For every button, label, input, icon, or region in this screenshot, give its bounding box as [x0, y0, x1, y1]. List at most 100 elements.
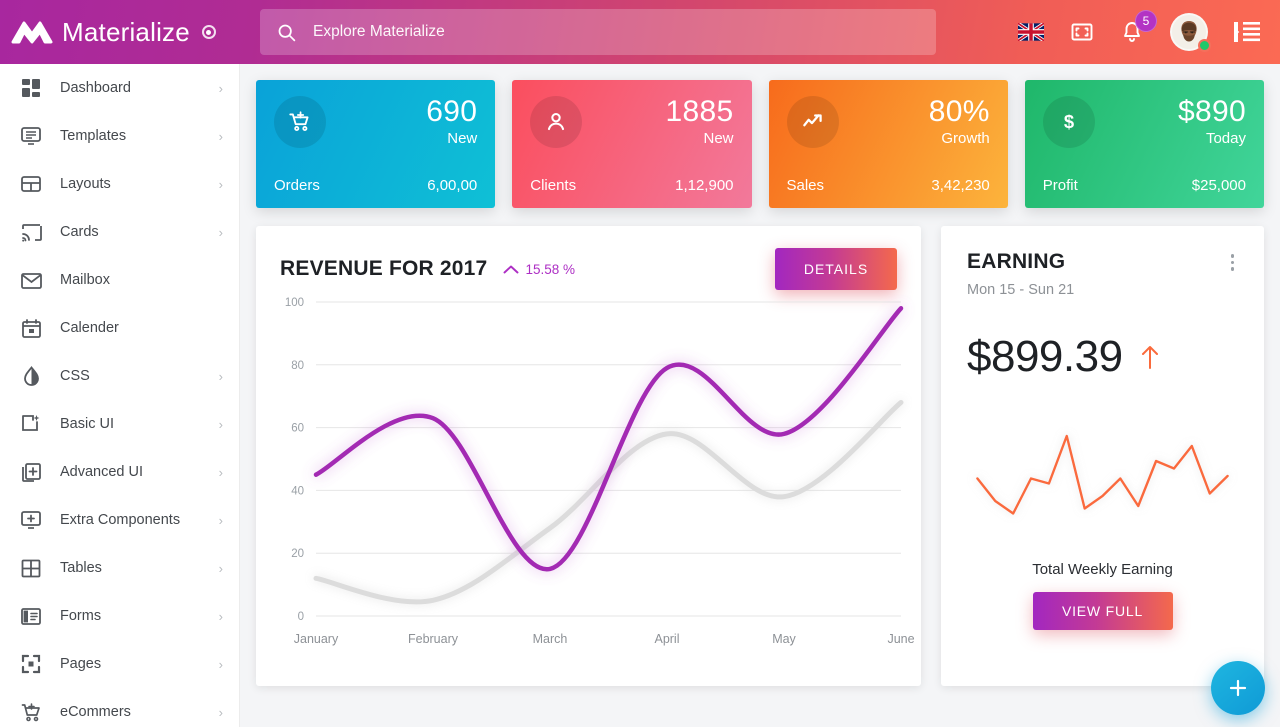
search-bar[interactable] [260, 9, 936, 55]
revenue-title: REVENUE FOR 2017 [280, 257, 488, 280]
revenue-percent: 15.58 % [525, 261, 575, 277]
chevron-right-icon: › [218, 464, 223, 480]
form-panel-icon [20, 605, 42, 627]
sidebar-item-css[interactable]: CSS › [0, 352, 239, 400]
sidebar-item-pages[interactable]: Pages › [0, 640, 239, 688]
add-fab-button[interactable] [1211, 661, 1265, 715]
sidebar-item-basic-ui[interactable]: Basic UI › [0, 400, 239, 448]
language-button[interactable] [1018, 23, 1044, 41]
stat-sublabel: New [447, 129, 478, 147]
brand-name: Materialize [62, 16, 190, 47]
sidebar-item-templates[interactable]: Templates › [0, 112, 239, 160]
svg-text:March: March [533, 632, 568, 646]
earning-amount-row: $899.39 [967, 332, 1238, 382]
sidebar-item-calender[interactable]: Calender [0, 304, 239, 352]
earning-title: EARNING [967, 250, 1066, 273]
sidebar-item-label: Forms [60, 608, 102, 624]
copy-plus-icon [20, 461, 42, 483]
svg-text:20: 20 [291, 548, 304, 560]
sidebar-item-layouts[interactable]: Layouts › [0, 160, 239, 208]
earning-date-range: Mon 15 - Sun 21 [967, 282, 1075, 298]
table-grid-icon [20, 557, 42, 579]
online-status-indicator [1198, 39, 1211, 52]
sidebar-item-label: Extra Components [60, 512, 181, 528]
monitor-plus-icon [20, 509, 42, 531]
svg-text:June: June [887, 632, 914, 646]
trend-line-icon [786, 96, 839, 148]
stat-title: Profit [1042, 177, 1078, 194]
stat-title: Orders [274, 177, 320, 194]
sidebar-item-label: Advanced UI [60, 464, 144, 480]
stat-sublabel: Growth [941, 129, 990, 147]
header-actions: 5 [1018, 0, 1280, 64]
chevron-right-icon: › [218, 704, 223, 720]
chevron-right-icon: › [218, 224, 223, 240]
stat-card-clients[interactable]: 1885 New Clients 1,12,900 [512, 80, 752, 208]
svg-text:60: 60 [291, 423, 304, 435]
calendar-icon [20, 317, 42, 339]
stat-value: 1885 [665, 95, 734, 128]
sidebar-item-ecommers[interactable]: eCommers › [0, 688, 239, 727]
profile-button[interactable] [1170, 13, 1211, 52]
stat-card-profit[interactable]: $ $890 Today Profit $25,000 [1024, 80, 1264, 208]
view-full-button[interactable]: VIEW FULL [1032, 592, 1173, 630]
sidebar-item-label: Tables [60, 560, 102, 576]
sidebar-item-advanced-ui[interactable]: Advanced UI › [0, 448, 239, 496]
sidebar-item-extra-components[interactable]: Extra Components › [0, 496, 239, 544]
fullscreen-button[interactable] [1070, 20, 1094, 44]
cast-screen-icon [20, 221, 42, 243]
stat-total: $25,000 [1191, 177, 1246, 194]
stat-card-orders[interactable]: 690 New Orders 6,00,00 [256, 80, 496, 208]
sidebar-item-label: Cards [60, 224, 99, 240]
svg-text:April: April [654, 632, 679, 646]
layout-panel-icon [20, 173, 42, 195]
stat-cards-row: 690 New Orders 6,00,00 1885 New Clients 1,12,90… [256, 80, 1264, 208]
sidebar-item-forms[interactable]: Forms › [0, 592, 239, 640]
stat-total: 3,42,230 [931, 177, 990, 194]
main-content: 690 New Orders 6,00,00 1885 New Clients 1,12,90… [240, 64, 1280, 727]
fullscreen-icon [1071, 23, 1093, 41]
stat-sublabel: Today [1205, 129, 1246, 147]
earning-header: EARNING Mon 15 - Sun 21 [967, 250, 1238, 298]
svg-text:100: 100 [285, 297, 304, 309]
sidebar-item-label: Templates [60, 128, 127, 144]
stat-card-sales[interactable]: 80% Growth Sales 3,42,230 [768, 80, 1008, 208]
sidebar-item-mailbox[interactable]: Mailbox [0, 256, 239, 304]
dashboard-page: Materialize Explore Materialize 5 Dashbo… [0, 0, 1280, 727]
chevron-right-icon: › [218, 128, 223, 144]
shopping-cart-icon [20, 701, 42, 723]
search-icon [278, 24, 296, 41]
stat-value: 690 [426, 95, 478, 128]
revenue-trend: 15.58 % [503, 262, 575, 277]
chevron-right-icon: › [218, 176, 223, 192]
revenue-line-chart: 0 20 40 60 80 100 January February March April May… [285, 297, 915, 646]
notification-badge: 5 [1135, 10, 1157, 32]
plus-icon [1229, 679, 1247, 697]
stat-total: 6,00,00 [427, 177, 478, 194]
brand-block[interactable]: Materialize [0, 0, 240, 64]
more-vertical-icon[interactable] [1227, 250, 1239, 275]
cart-plus-icon [274, 96, 326, 148]
sidebar-item-label: Layouts [60, 176, 111, 192]
sidebar-item-tables[interactable]: Tables › [0, 544, 239, 592]
sidebar-item-dashboard[interactable]: Dashboard › [0, 64, 239, 112]
sidebar-item-cards[interactable]: Cards › [0, 208, 239, 256]
sidebar-nav[interactable]: Dashboard › Templates › Layouts › Cards › Mailbo… [0, 64, 240, 727]
sidebar-item-label: Calender [60, 320, 119, 336]
envelope-icon [20, 269, 42, 291]
weekly-earning-sparkline [967, 416, 1238, 536]
svg-text:0: 0 [298, 611, 304, 623]
revenue-card: REVENUE FOR 2017 15.58 % DETAILS 0 20 40 60… [256, 226, 921, 686]
chevron-up-icon [503, 265, 519, 273]
search-input[interactable] [313, 9, 920, 55]
sidebar-toggle-button[interactable] [1234, 21, 1260, 43]
arrow-up-icon [1141, 346, 1158, 369]
sidebar-item-label: CSS [60, 368, 90, 384]
stat-value: 80% [928, 95, 990, 128]
svg-text:80: 80 [291, 360, 304, 372]
panels-row: REVENUE FOR 2017 15.58 % DETAILS 0 20 40 60… [256, 226, 1264, 686]
svg-text:$: $ [1064, 111, 1074, 132]
notifications-button[interactable]: 5 [1120, 10, 1157, 44]
svg-text:January: January [294, 632, 339, 646]
svg-text:May: May [772, 632, 796, 646]
